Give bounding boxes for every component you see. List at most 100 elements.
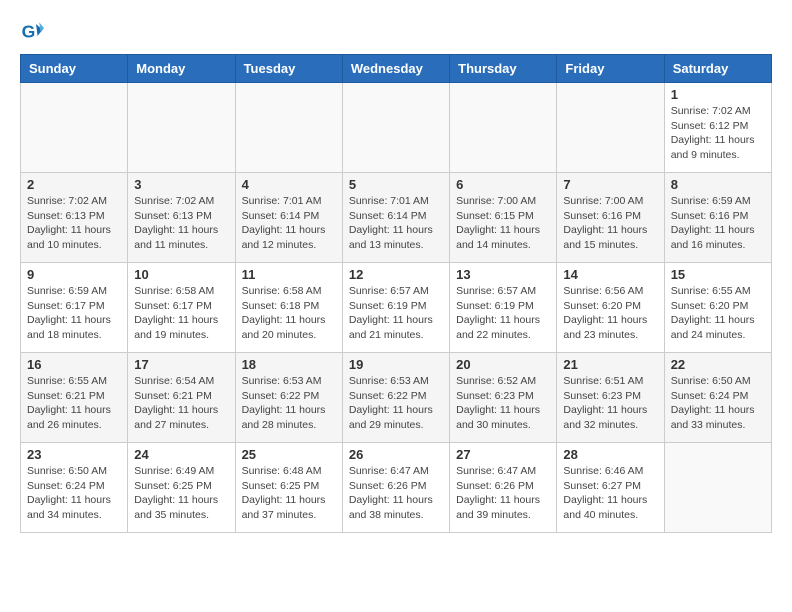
day-info: Sunrise: 6:56 AM Sunset: 6:20 PM Dayligh… <box>563 284 657 343</box>
calendar-header-row: SundayMondayTuesdayWednesdayThursdayFrid… <box>21 55 772 83</box>
calendar-day-cell: 2 Sunrise: 7:02 AM Sunset: 6:13 PM Daylig… <box>21 173 128 263</box>
day-info: Sunrise: 7:01 AM Sunset: 6:14 PM Dayligh… <box>242 194 336 253</box>
day-info: Sunrise: 6:59 AM Sunset: 6:16 PM Dayligh… <box>671 194 765 253</box>
day-number: 22 <box>671 357 765 372</box>
calendar-day-cell: 7 Sunrise: 7:00 AM Sunset: 6:16 PM Daylig… <box>557 173 664 263</box>
day-of-week-header: Wednesday <box>342 55 449 83</box>
day-number: 24 <box>134 447 228 462</box>
day-info: Sunrise: 6:47 AM Sunset: 6:26 PM Dayligh… <box>456 464 550 523</box>
calendar-day-cell <box>235 83 342 173</box>
calendar-day-cell: 4 Sunrise: 7:01 AM Sunset: 6:14 PM Daylig… <box>235 173 342 263</box>
day-info: Sunrise: 6:58 AM Sunset: 6:17 PM Dayligh… <box>134 284 228 343</box>
calendar-week-row: 1 Sunrise: 7:02 AM Sunset: 6:12 PM Daylig… <box>21 83 772 173</box>
day-number: 19 <box>349 357 443 372</box>
calendar-day-cell: 25Sunrise: 6:48 AM Sunset: 6:25 PM Dayli… <box>235 443 342 533</box>
calendar-day-cell: 11 Sunrise: 6:58 AM Sunset: 6:18 PM Dayli… <box>235 263 342 353</box>
day-info: Sunrise: 7:01 AM Sunset: 6:14 PM Dayligh… <box>349 194 443 253</box>
day-info: Sunrise: 6:51 AM Sunset: 6:23 PM Dayligh… <box>563 374 657 433</box>
calendar-day-cell <box>342 83 449 173</box>
day-number: 23 <box>27 447 121 462</box>
calendar-day-cell: 21 Sunrise: 6:51 AM Sunset: 6:23 PM Dayli… <box>557 353 664 443</box>
calendar-table: SundayMondayTuesdayWednesdayThursdayFrid… <box>20 54 772 533</box>
calendar-day-cell <box>557 83 664 173</box>
calendar-day-cell: 28 Sunrise: 6:46 AM Sunset: 6:27 PM Dayli… <box>557 443 664 533</box>
day-info: Sunrise: 7:02 AM Sunset: 6:13 PM Dayligh… <box>27 194 121 253</box>
day-info: Sunrise: 6:48 AM Sunset: 6:25 PM Dayligh… <box>242 464 336 523</box>
day-number: 18 <box>242 357 336 372</box>
day-info: Sunrise: 6:57 AM Sunset: 6:19 PM Dayligh… <box>349 284 443 343</box>
day-info: Sunrise: 7:00 AM Sunset: 6:16 PM Dayligh… <box>563 194 657 253</box>
day-number: 11 <box>242 267 336 282</box>
day-number: 26 <box>349 447 443 462</box>
calendar-week-row: 16 Sunrise: 6:55 AM Sunset: 6:21 PM Dayli… <box>21 353 772 443</box>
day-info: Sunrise: 6:52 AM Sunset: 6:23 PM Dayligh… <box>456 374 550 433</box>
day-info: Sunrise: 6:46 AM Sunset: 6:27 PM Dayligh… <box>563 464 657 523</box>
day-info: Sunrise: 7:02 AM Sunset: 6:13 PM Dayligh… <box>134 194 228 253</box>
day-number: 12 <box>349 267 443 282</box>
calendar-day-cell: 22 Sunrise: 6:50 AM Sunset: 6:24 PM Dayli… <box>664 353 771 443</box>
calendar-day-cell <box>128 83 235 173</box>
day-number: 2 <box>27 177 121 192</box>
calendar-week-row: 2 Sunrise: 7:02 AM Sunset: 6:13 PM Daylig… <box>21 173 772 263</box>
day-number: 15 <box>671 267 765 282</box>
day-number: 17 <box>134 357 228 372</box>
day-info: Sunrise: 6:57 AM Sunset: 6:19 PM Dayligh… <box>456 284 550 343</box>
calendar-day-cell: 14 Sunrise: 6:56 AM Sunset: 6:20 PM Dayli… <box>557 263 664 353</box>
svg-text:G: G <box>22 22 36 42</box>
calendar-day-cell <box>664 443 771 533</box>
day-of-week-header: Saturday <box>664 55 771 83</box>
day-of-week-header: Monday <box>128 55 235 83</box>
day-info: Sunrise: 6:53 AM Sunset: 6:22 PM Dayligh… <box>349 374 443 433</box>
day-number: 13 <box>456 267 550 282</box>
day-info: Sunrise: 6:58 AM Sunset: 6:18 PM Dayligh… <box>242 284 336 343</box>
day-info: Sunrise: 6:50 AM Sunset: 6:24 PM Dayligh… <box>671 374 765 433</box>
day-number: 5 <box>349 177 443 192</box>
day-number: 6 <box>456 177 550 192</box>
day-number: 10 <box>134 267 228 282</box>
day-number: 16 <box>27 357 121 372</box>
calendar-day-cell: 15Sunrise: 6:55 AM Sunset: 6:20 PM Dayli… <box>664 263 771 353</box>
day-number: 27 <box>456 447 550 462</box>
day-info: Sunrise: 6:49 AM Sunset: 6:25 PM Dayligh… <box>134 464 228 523</box>
calendar-day-cell: 27 Sunrise: 6:47 AM Sunset: 6:26 PM Dayli… <box>450 443 557 533</box>
day-info: Sunrise: 6:54 AM Sunset: 6:21 PM Dayligh… <box>134 374 228 433</box>
day-of-week-header: Friday <box>557 55 664 83</box>
calendar-day-cell: 16 Sunrise: 6:55 AM Sunset: 6:21 PM Dayli… <box>21 353 128 443</box>
calendar-week-row: 9Sunrise: 6:59 AM Sunset: 6:17 PM Daylig… <box>21 263 772 353</box>
day-number: 4 <box>242 177 336 192</box>
day-number: 1 <box>671 87 765 102</box>
day-of-week-header: Thursday <box>450 55 557 83</box>
calendar-day-cell: 8 Sunrise: 6:59 AM Sunset: 6:16 PM Daylig… <box>664 173 771 263</box>
calendar-day-cell: 6 Sunrise: 7:00 AM Sunset: 6:15 PM Daylig… <box>450 173 557 263</box>
day-info: Sunrise: 6:50 AM Sunset: 6:24 PM Dayligh… <box>27 464 121 523</box>
calendar-day-cell: 5 Sunrise: 7:01 AM Sunset: 6:14 PM Daylig… <box>342 173 449 263</box>
day-number: 28 <box>563 447 657 462</box>
calendar-day-cell: 3Sunrise: 7:02 AM Sunset: 6:13 PM Daylig… <box>128 173 235 263</box>
day-info: Sunrise: 6:47 AM Sunset: 6:26 PM Dayligh… <box>349 464 443 523</box>
day-info: Sunrise: 6:55 AM Sunset: 6:21 PM Dayligh… <box>27 374 121 433</box>
calendar-day-cell: 26 Sunrise: 6:47 AM Sunset: 6:26 PM Dayli… <box>342 443 449 533</box>
day-info: Sunrise: 7:02 AM Sunset: 6:12 PM Dayligh… <box>671 104 765 163</box>
calendar-day-cell: 9Sunrise: 6:59 AM Sunset: 6:17 PM Daylig… <box>21 263 128 353</box>
calendar-week-row: 23 Sunrise: 6:50 AM Sunset: 6:24 PM Dayli… <box>21 443 772 533</box>
day-of-week-header: Sunday <box>21 55 128 83</box>
day-info: Sunrise: 6:59 AM Sunset: 6:17 PM Dayligh… <box>27 284 121 343</box>
day-number: 8 <box>671 177 765 192</box>
calendar-day-cell: 17 Sunrise: 6:54 AM Sunset: 6:21 PM Dayli… <box>128 353 235 443</box>
day-number: 7 <box>563 177 657 192</box>
calendar-day-cell: 20Sunrise: 6:52 AM Sunset: 6:23 PM Dayli… <box>450 353 557 443</box>
calendar-day-cell: 12 Sunrise: 6:57 AM Sunset: 6:19 PM Dayli… <box>342 263 449 353</box>
day-info: Sunrise: 6:53 AM Sunset: 6:22 PM Dayligh… <box>242 374 336 433</box>
day-info: Sunrise: 7:00 AM Sunset: 6:15 PM Dayligh… <box>456 194 550 253</box>
day-of-week-header: Tuesday <box>235 55 342 83</box>
calendar-day-cell: 13 Sunrise: 6:57 AM Sunset: 6:19 PM Dayli… <box>450 263 557 353</box>
day-number: 21 <box>563 357 657 372</box>
calendar-day-cell: 18 Sunrise: 6:53 AM Sunset: 6:22 PM Dayli… <box>235 353 342 443</box>
calendar-day-cell <box>21 83 128 173</box>
day-number: 14 <box>563 267 657 282</box>
logo-icon: G <box>20 20 44 44</box>
page-header: G <box>20 20 772 44</box>
calendar-day-cell: 24 Sunrise: 6:49 AM Sunset: 6:25 PM Dayli… <box>128 443 235 533</box>
calendar-day-cell: 23 Sunrise: 6:50 AM Sunset: 6:24 PM Dayli… <box>21 443 128 533</box>
calendar-day-cell <box>450 83 557 173</box>
